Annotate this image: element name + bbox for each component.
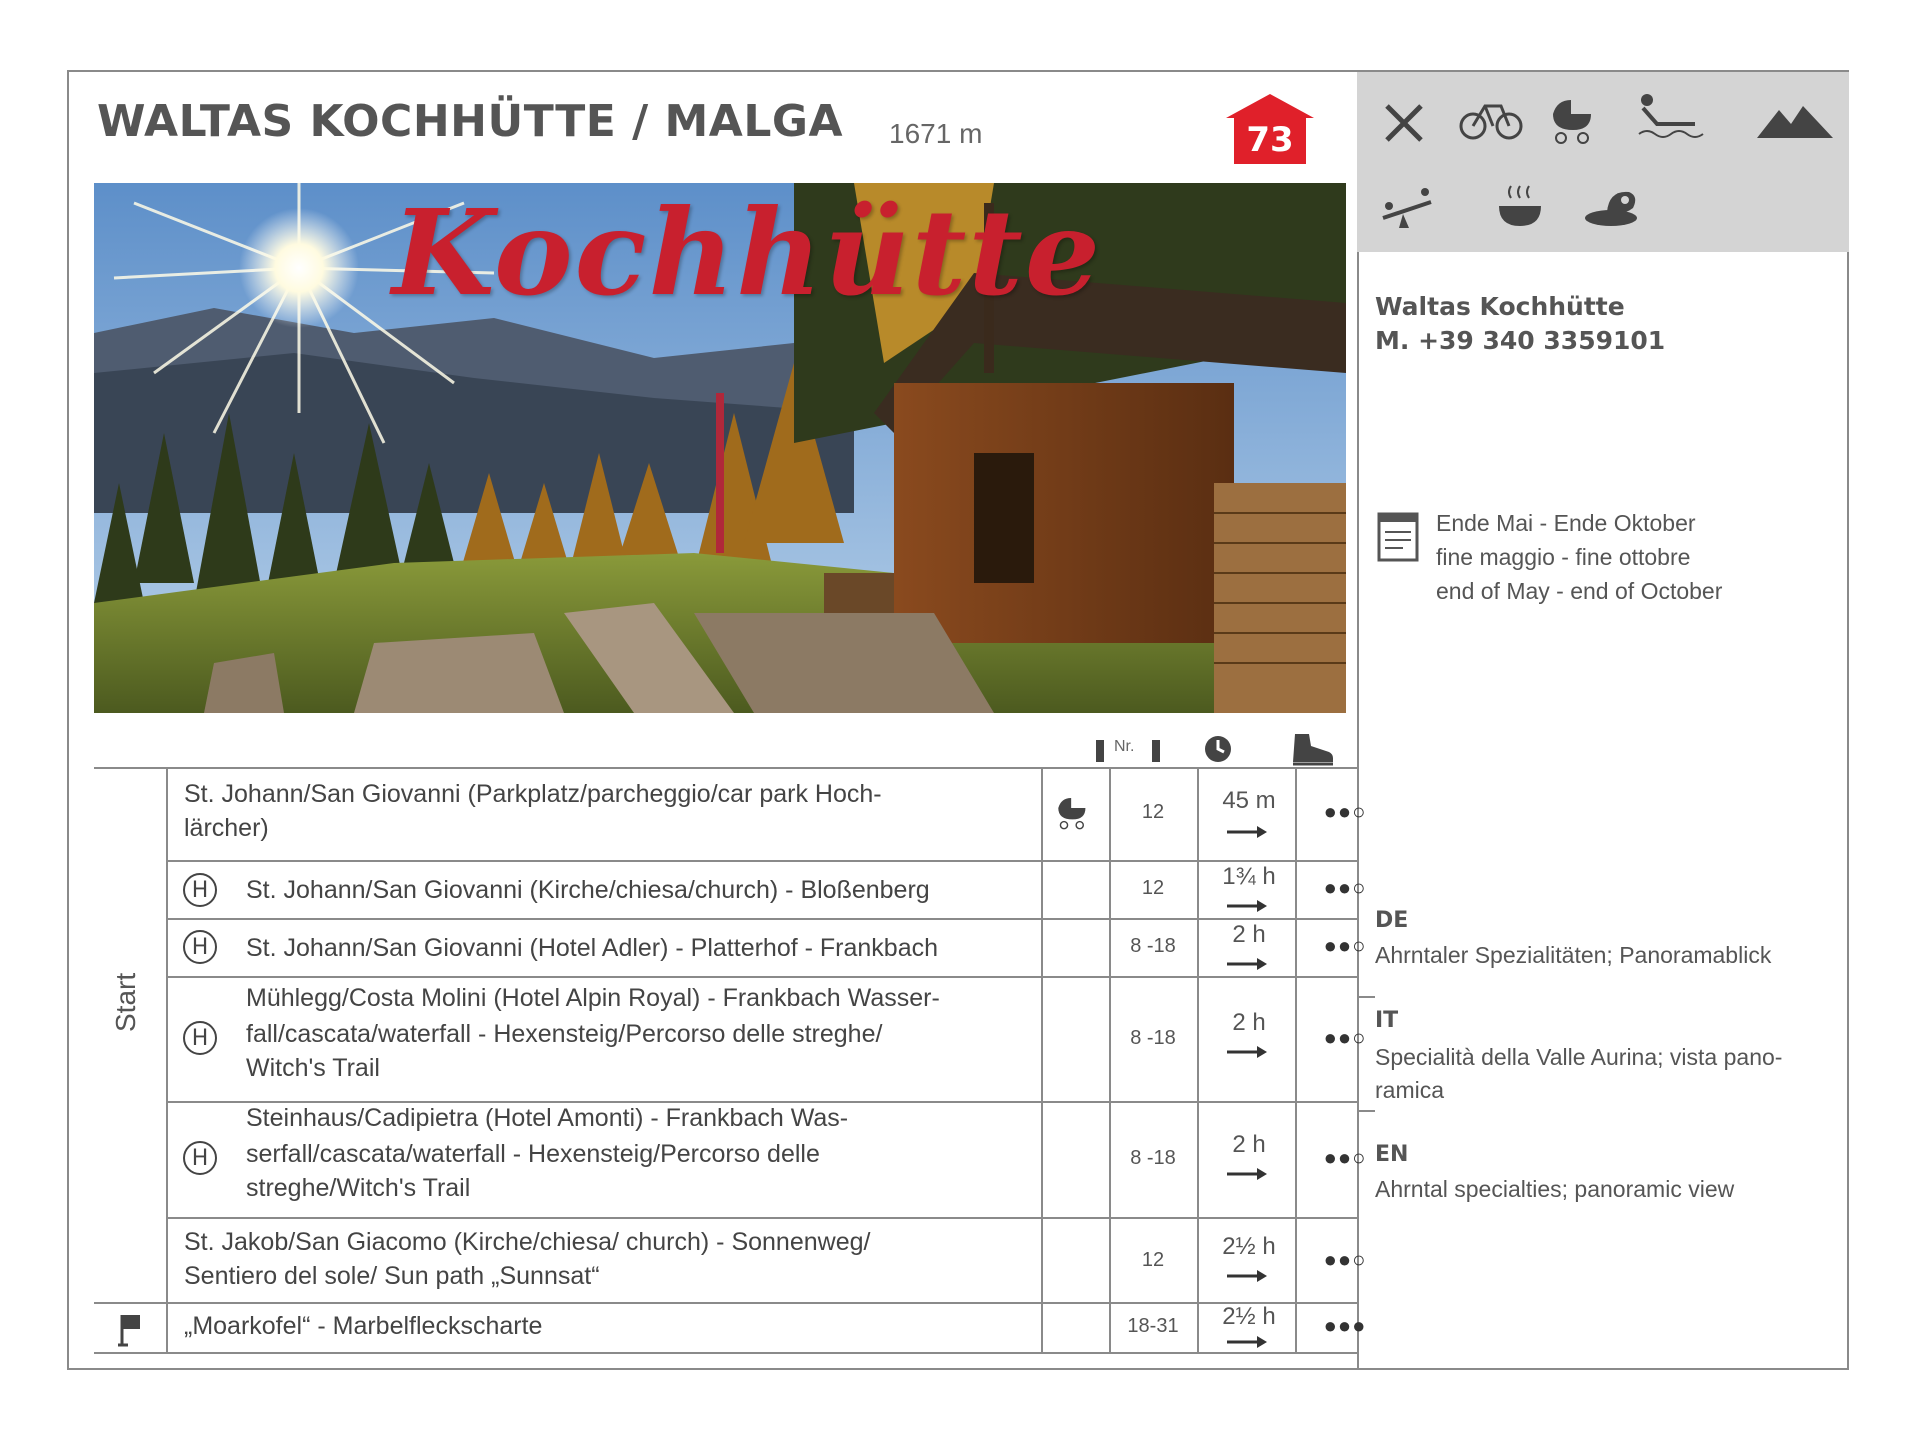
table-rule xyxy=(166,860,1357,862)
contact-phone: M. +39 340 3359101 xyxy=(1375,326,1666,355)
calendar-icon xyxy=(1375,510,1421,569)
desc-text-de: Ahrntaler Spezialitäten; Panoramablick xyxy=(1375,942,1772,968)
trail-number: 8 -18 xyxy=(1130,1027,1176,1049)
desc-divider xyxy=(1359,996,1375,998)
route-text: serfall/cascata/waterfall - Hexensteig/P… xyxy=(246,1140,820,1168)
trail-number: 12 xyxy=(1141,1249,1165,1271)
table-rule xyxy=(94,767,1357,769)
walk-time: 2½ h xyxy=(1222,1303,1276,1330)
table-rule xyxy=(166,976,1357,978)
table-rule xyxy=(166,918,1357,920)
difficulty-rating: ●●○ xyxy=(1323,933,1367,958)
table-rule xyxy=(166,1217,1357,1219)
bus-stop-icon: H xyxy=(183,930,217,964)
route-text: St. Johann/San Giovanni (Parkplatz/parch… xyxy=(184,780,882,808)
route-text: St. Johann/San Giovanni (Hotel Adler) - … xyxy=(246,934,939,962)
difficulty-rating: ●●○ xyxy=(1323,1247,1367,1272)
walk-time: 1¾ h xyxy=(1222,863,1276,890)
difficulty-rating: ●●● xyxy=(1323,1313,1367,1338)
sun-terrace-icon xyxy=(1635,90,1705,150)
trail-number: 8 -18 xyxy=(1130,1147,1176,1169)
table-rule xyxy=(166,767,168,1352)
regional-food-icon xyxy=(1583,182,1653,242)
desc-lang-de: DE xyxy=(1375,908,1409,933)
trail-number: 12 xyxy=(1141,801,1165,823)
hut-photo: Kochhütte xyxy=(94,183,1346,713)
table-rule xyxy=(1041,767,1043,1352)
route-text: Mühlegg/Costa Molini (Hotel Alpin Royal)… xyxy=(246,984,940,1012)
start-label: Start xyxy=(110,972,141,1032)
season-it: fine maggio - fine ottobre xyxy=(1436,544,1691,570)
route-text: „Moarkofel“ - Marbelfleckscharte xyxy=(184,1312,543,1340)
route-text: Steinhaus/Cadipietra (Hotel Amonti) - Fr… xyxy=(246,1104,849,1132)
route-text: Sentiero del sole/ Sun path „Sunnsat“ xyxy=(184,1262,600,1290)
walk-time: 2½ h xyxy=(1222,1233,1276,1260)
desc-divider xyxy=(1359,1110,1375,1112)
arrow-right-icon xyxy=(1227,826,1267,838)
arrow-right-icon xyxy=(1227,1270,1267,1282)
walk-time: 2 h xyxy=(1232,1131,1266,1158)
route-text: St. Jakob/San Giacomo (Kirche/chiesa/ ch… xyxy=(184,1228,871,1256)
column-header-nr: Nr. xyxy=(1096,736,1162,764)
soup-icon xyxy=(1495,180,1565,240)
route-text: streghe/Witch's Trail xyxy=(246,1174,471,1202)
hut-number-badge: 73 xyxy=(1226,94,1314,164)
photo-script-title: Kochhütte xyxy=(392,183,1102,322)
difficulty-rating: ●●○ xyxy=(1323,799,1367,824)
trail-number: 8 -18 xyxy=(1130,935,1176,957)
bus-stop-icon: H xyxy=(183,1021,217,1055)
restaurant-icon xyxy=(1379,98,1449,158)
hut-title: WALTAS KOCHHÜTTE / MALGA xyxy=(97,96,844,147)
route-text: fall/cascata/waterfall - Hexensteig/Perc… xyxy=(246,1020,883,1048)
arrow-right-icon xyxy=(1227,1168,1267,1180)
routes-table: Start St. Johann/San Giovanni (Parkplatz… xyxy=(94,767,1365,1354)
hut-info-card: WALTAS KOCHHÜTTE / MALGA 1671 m 73 Kochh… xyxy=(67,70,1849,1370)
arrow-right-icon xyxy=(1227,1336,1267,1348)
difficulty-rating: ●●○ xyxy=(1323,1145,1367,1170)
amenities-panel xyxy=(1357,72,1849,252)
bus-stop-icon: H xyxy=(183,873,217,907)
arrow-right-icon xyxy=(1227,900,1267,912)
hut-number: 73 xyxy=(1246,120,1294,160)
trail-number: 18-31 xyxy=(1127,1315,1179,1337)
arrow-right-icon xyxy=(1227,958,1267,970)
route-text: St. Johann/San Giovanni (Kirche/chiesa/c… xyxy=(246,876,930,904)
bicycle-icon xyxy=(1459,94,1529,154)
contact-name: Waltas Kochhütte xyxy=(1375,292,1625,321)
table-rule xyxy=(1197,767,1199,1352)
trail-number: 12 xyxy=(1141,877,1165,899)
walk-time: 45 m xyxy=(1222,787,1276,814)
clock-icon xyxy=(1203,734,1233,769)
desc-text-en: Ahrntal specialties; panoramic view xyxy=(1375,1176,1735,1202)
difficulty-rating: ●●○ xyxy=(1323,1025,1367,1050)
mountain-view-icon xyxy=(1757,102,1833,162)
route-text: lärcher) xyxy=(184,814,269,842)
altitude: 1671 m xyxy=(889,118,983,149)
table-rule xyxy=(94,1302,1357,1304)
table-rule xyxy=(94,1352,1357,1354)
season-de: Ende Mai - Ende Oktober xyxy=(1436,510,1696,536)
arrow-right-icon xyxy=(1227,1046,1267,1058)
destination-flag-icon xyxy=(118,1313,144,1352)
desc-text-it-line1: Specialità della Valle Aurina; vista pan… xyxy=(1375,1044,1783,1070)
walk-time: 2 h xyxy=(1232,1009,1266,1036)
nr-header-label: Nr. xyxy=(1114,738,1135,755)
playground-icon xyxy=(1379,184,1449,244)
walk-time: 2 h xyxy=(1232,921,1266,948)
bus-stop-icon: H xyxy=(183,1141,217,1175)
difficulty-rating: ●●○ xyxy=(1323,875,1367,900)
stroller-icon xyxy=(1054,793,1094,838)
route-text: Witch's Trail xyxy=(246,1054,380,1082)
season-en: end of May - end of October xyxy=(1436,578,1723,604)
desc-text-it-line2: ramica xyxy=(1375,1077,1445,1103)
hiking-boot-icon xyxy=(1289,732,1335,771)
stroller-icon xyxy=(1547,94,1617,154)
